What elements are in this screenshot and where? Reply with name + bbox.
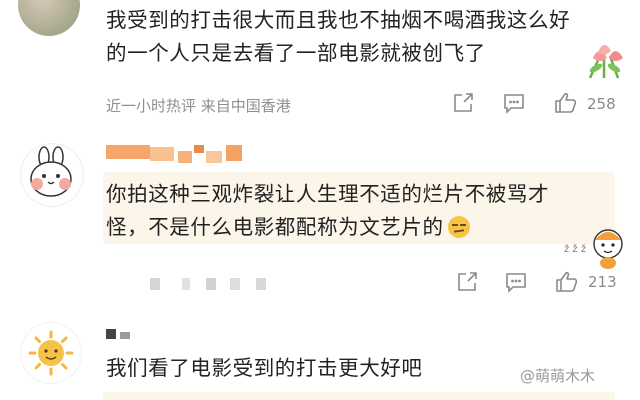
share-icon[interactable] xyxy=(452,92,474,114)
avatar[interactable] xyxy=(18,0,80,36)
svg-text:ž ž ž: ž ž ž xyxy=(564,243,586,255)
avatar[interactable] xyxy=(20,143,84,207)
comment-text-segment: 怪，不是什么电影都配称为文艺片的 xyxy=(106,215,444,239)
username-obscured[interactable] xyxy=(106,143,246,165)
username-obscured[interactable] xyxy=(106,327,136,341)
like-count: 213 xyxy=(588,273,617,291)
share-icon[interactable] xyxy=(456,271,478,293)
avatar[interactable] xyxy=(20,322,82,384)
comment-icon[interactable] xyxy=(505,272,527,293)
comment-text-line: 的一个人只是去看了一部电影就被创飞了 xyxy=(106,41,486,65)
smirk-emoji-icon xyxy=(447,216,470,238)
timestamp-obscured xyxy=(106,276,276,292)
bottom-bubble-edge xyxy=(103,392,615,400)
bunny-avatar-icon xyxy=(30,146,72,197)
like-count: 258 xyxy=(587,95,616,113)
comment-text: 你拍这种三观炸裂让人生理不适的烂片不被骂才 怪，不是什么电影都配称为文艺片的 xyxy=(106,178,549,244)
comment-text: 我受到的打击很大而且我也不抽烟不喝酒我这么好 的一个人只是去看了一部电影就被创飞… xyxy=(106,4,570,70)
comment-meta: 近一小时热评 来自中国香港 xyxy=(106,97,291,115)
comment-text-line: 我受到的打击很大而且我也不抽烟不喝酒我这么好 xyxy=(106,8,571,32)
sun-avatar-icon xyxy=(28,330,74,376)
comment-text-line: 你拍这种三观炸裂让人生理不适的烂片不被骂才 xyxy=(106,182,550,206)
cartoon-character-sticker: ž ž ž xyxy=(564,229,623,269)
comment-text: 我们看了电影受到的打击更大好吧 xyxy=(106,356,423,380)
comment-icon[interactable] xyxy=(503,93,525,114)
like-icon[interactable] xyxy=(554,91,578,115)
tulip-bouquet-sticker xyxy=(588,44,623,79)
like-icon[interactable] xyxy=(555,270,579,294)
comment-text-line: 怪，不是什么电影都配称为文艺片的 xyxy=(106,211,549,244)
watermark: @萌萌木木 xyxy=(520,367,596,385)
